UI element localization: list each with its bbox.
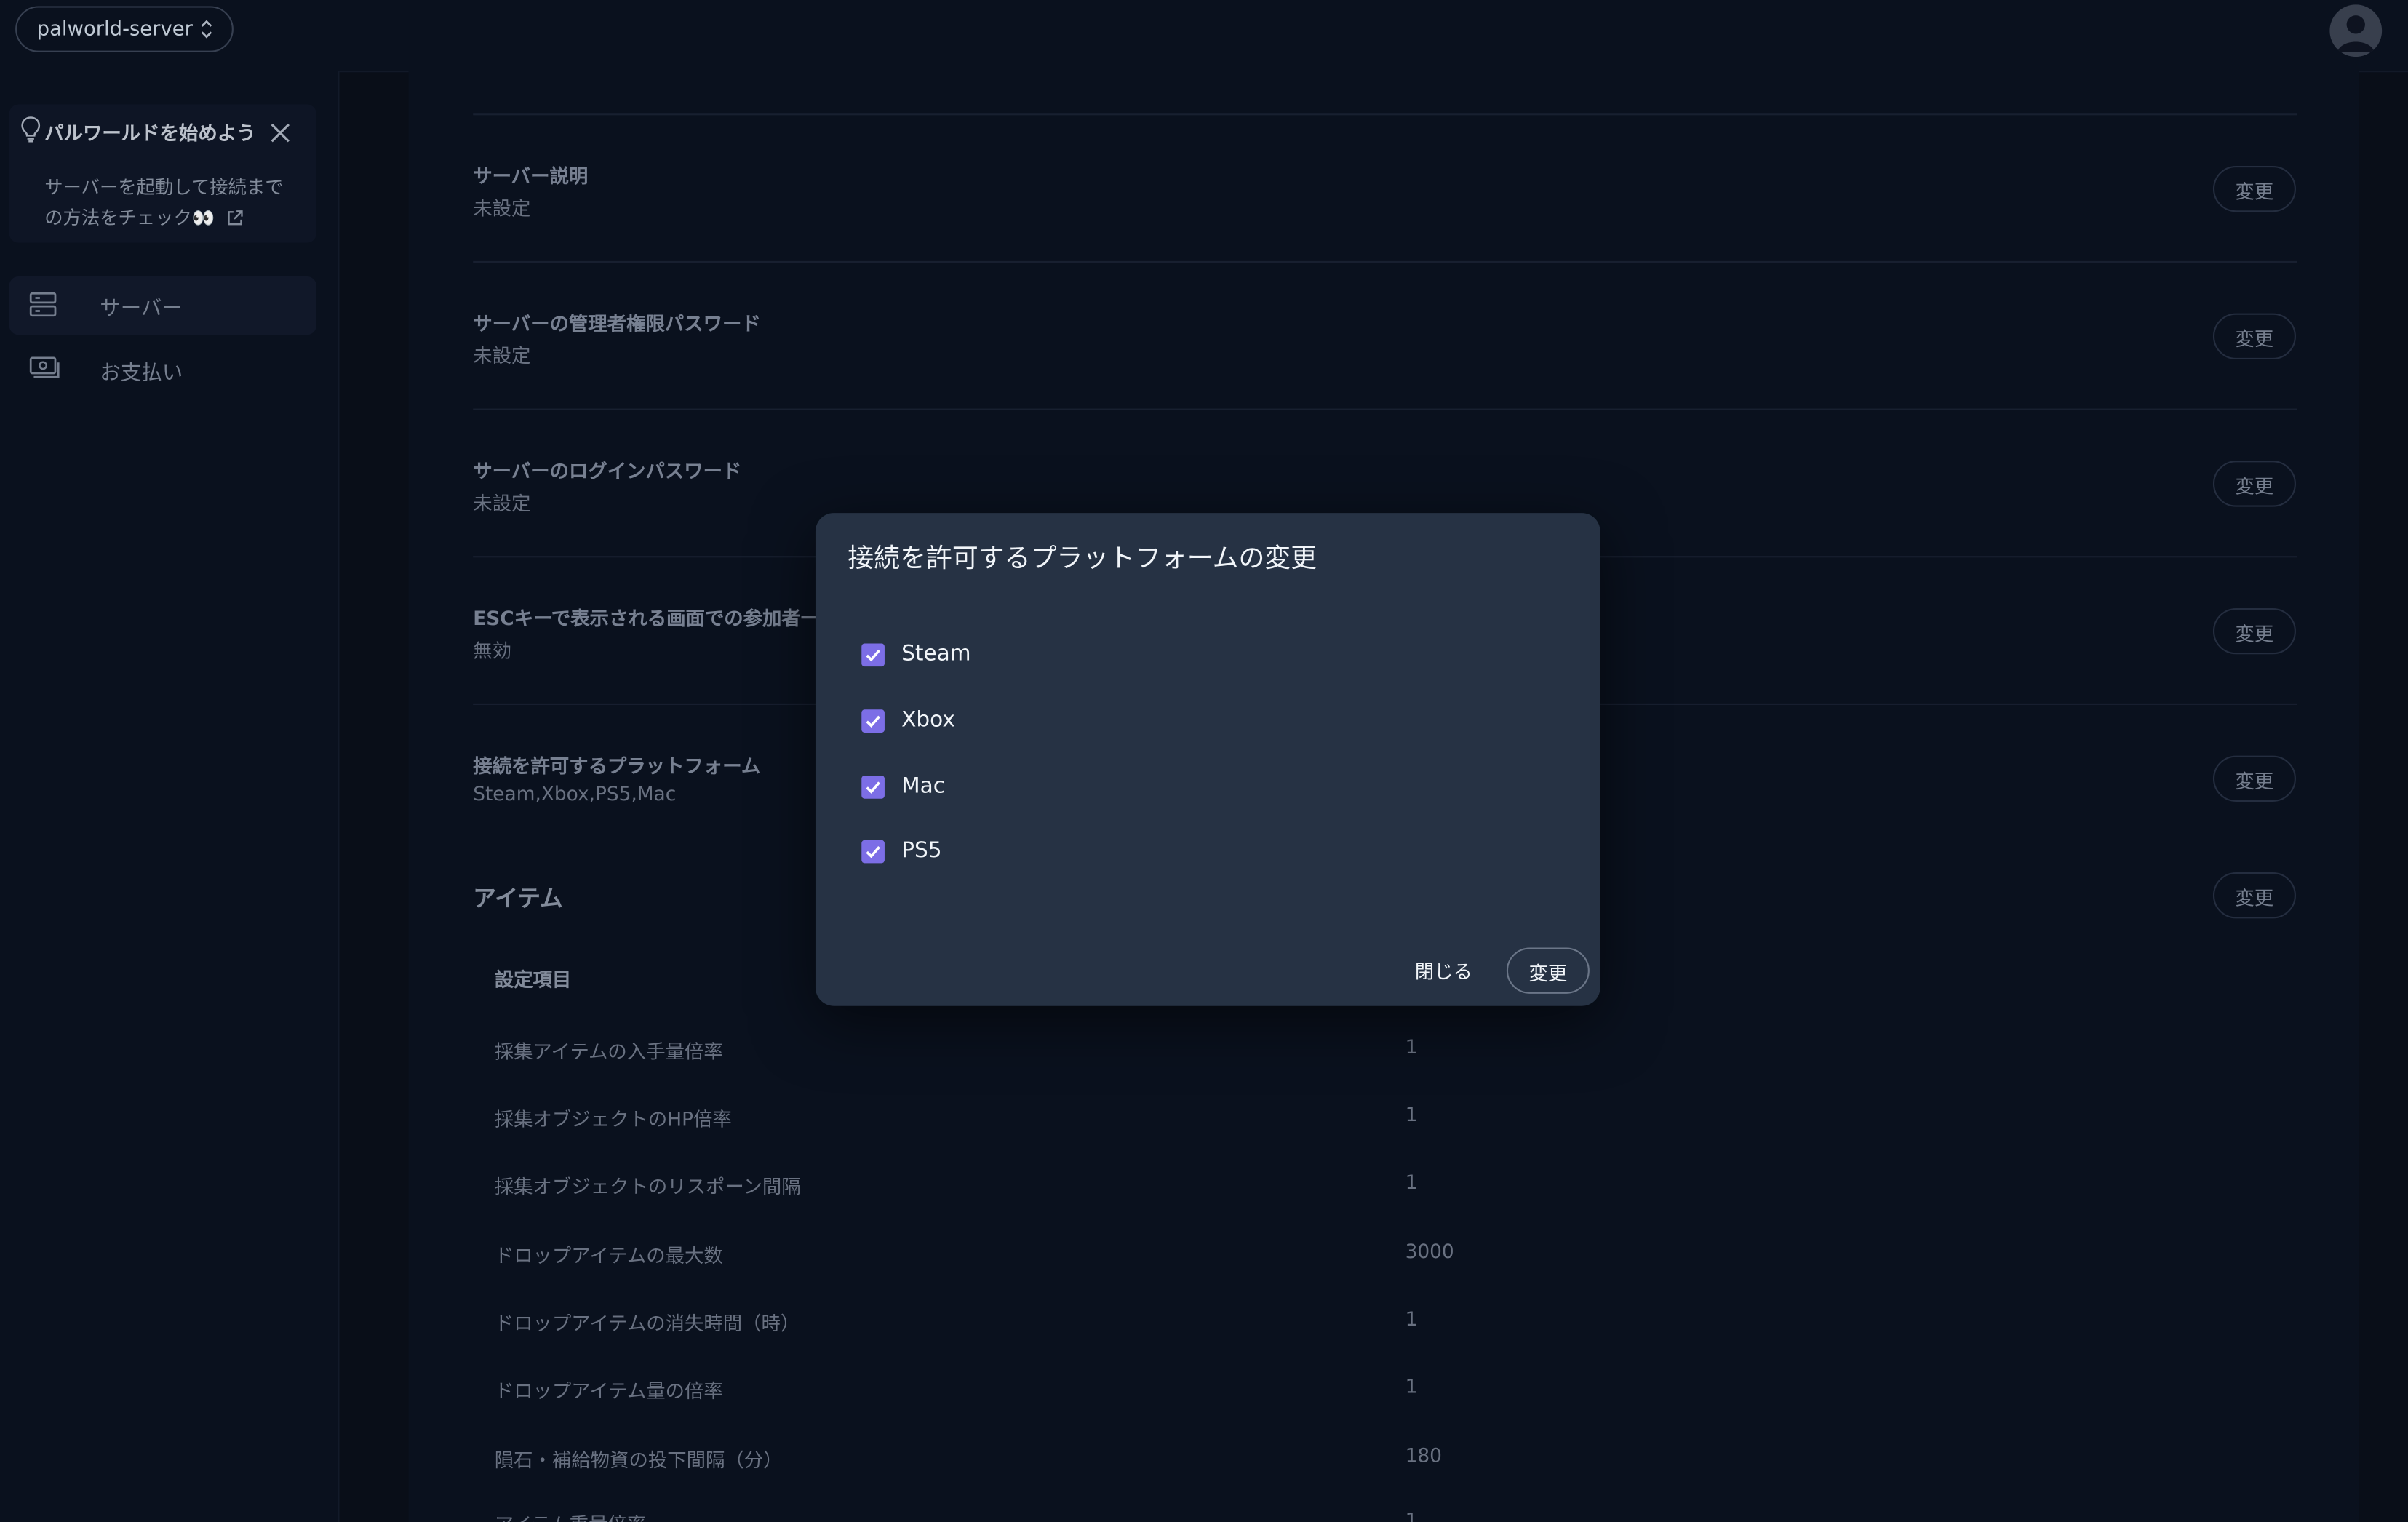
checkbox-checked-icon[interactable] (861, 642, 885, 666)
platform-option-mac[interactable]: Mac (861, 771, 945, 802)
close-button[interactable]: 閉じる (1400, 946, 1486, 992)
dialog-title: 接続を許可するプラットフォームの変更 (848, 543, 1317, 575)
submit-change-button[interactable]: 変更 (1506, 947, 1590, 994)
app-window: palworld-server パルワールドを始めよう サーバーを起動して接続ま… (0, 0, 2408, 1522)
option-label: PS5 (901, 838, 942, 864)
checkbox-checked-icon[interactable] (861, 774, 885, 798)
checkbox-checked-icon[interactable] (861, 839, 885, 863)
platform-option-ps5[interactable]: PS5 (861, 835, 942, 866)
platform-option-xbox[interactable]: Xbox (861, 705, 955, 736)
platform-dialog: 接続を許可するプラットフォームの変更 Steam Xbox Mac PS5 閉じ… (815, 513, 1600, 1006)
option-label: Xbox (901, 708, 955, 733)
platform-option-steam[interactable]: Steam (861, 639, 971, 669)
checkbox-checked-icon[interactable] (861, 709, 885, 732)
option-label: Mac (901, 773, 946, 799)
option-label: Steam (901, 642, 971, 667)
